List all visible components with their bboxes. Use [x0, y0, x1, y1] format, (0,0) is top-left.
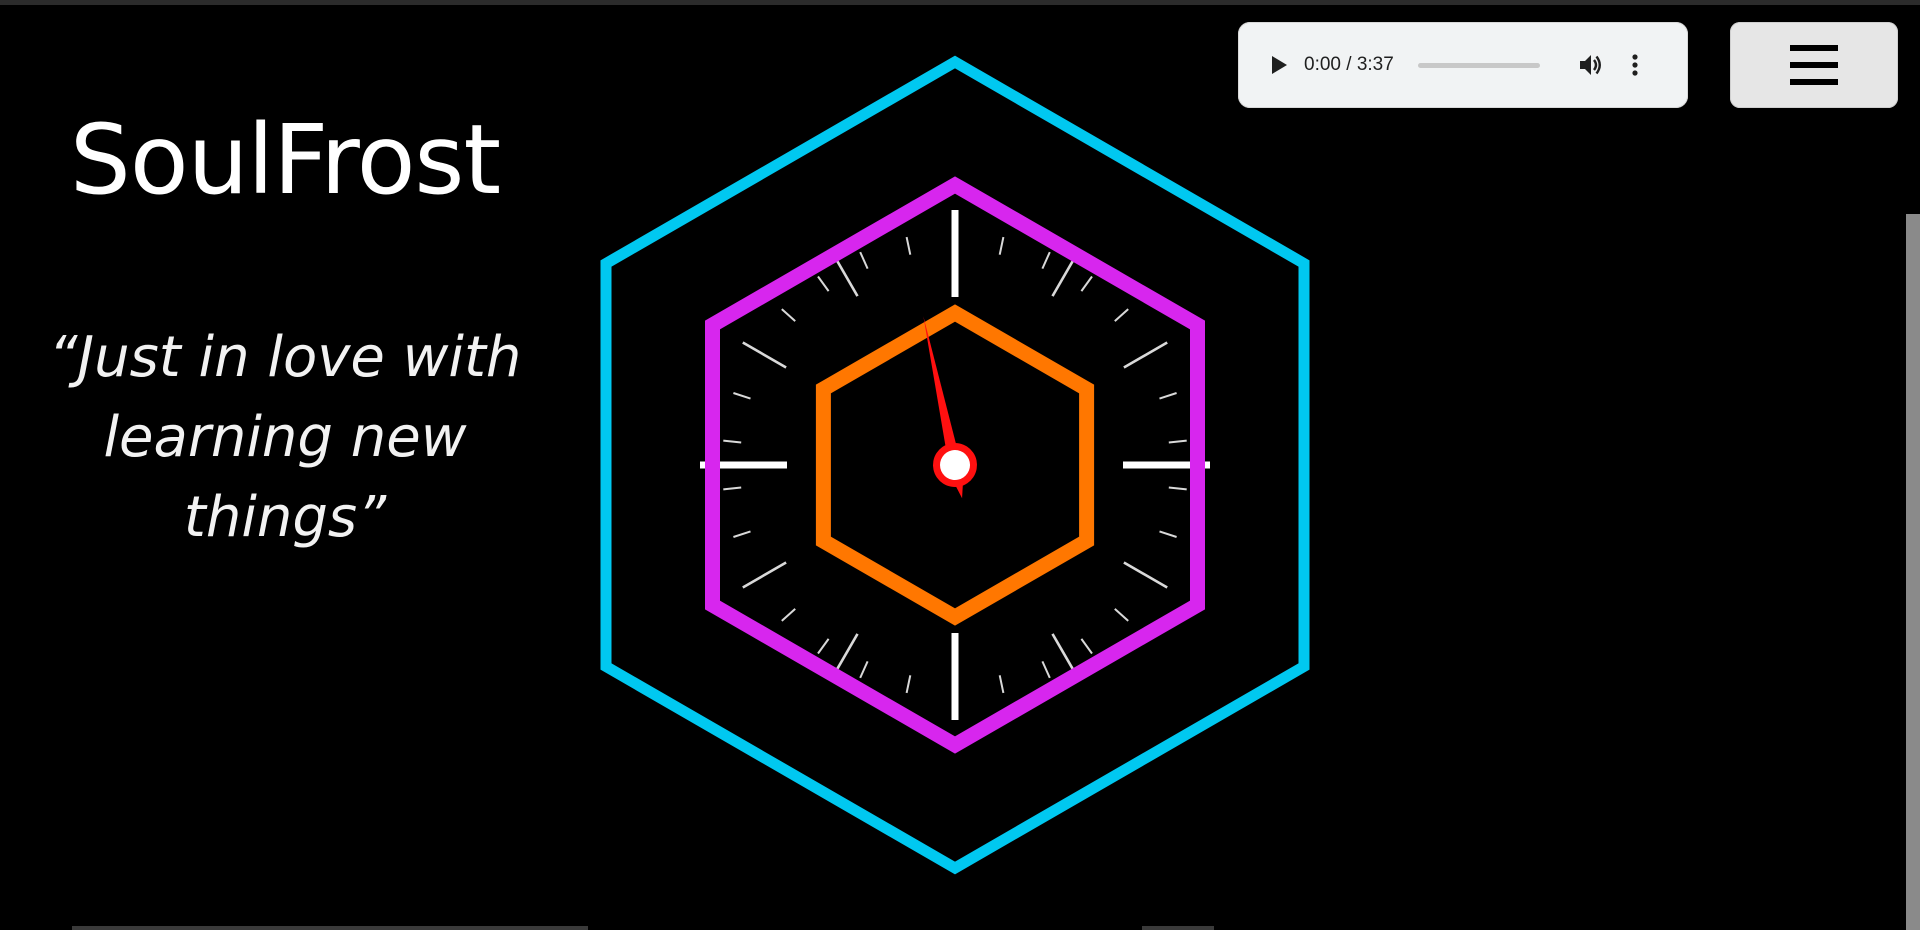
clock-minor-tick — [733, 530, 751, 538]
hexagon-clock-graphic — [600, 55, 1310, 875]
hexagon-clock — [580, 50, 1330, 880]
bottom-divider — [72, 926, 588, 930]
clock-minor-tick — [1114, 308, 1129, 322]
window-top-strip — [0, 0, 1920, 5]
tagline-quote: “Just in love with learning new things” — [48, 325, 522, 550]
site-title: SoulFrost — [69, 104, 501, 216]
volume-button[interactable] — [1576, 50, 1606, 80]
scrollbar-thumb[interactable] — [1906, 214, 1920, 930]
audio-time-display: 0:00 / 3:37 — [1304, 54, 1394, 75]
audio-player[interactable]: 0:00 / 3:37 — [1238, 22, 1688, 108]
clock-minor-tick — [723, 486, 742, 491]
bottom-divider — [1142, 926, 1214, 930]
clock-minor-tick — [905, 236, 912, 255]
clock-minor-tick — [1123, 341, 1168, 369]
audio-seek-bar[interactable] — [1417, 62, 1540, 68]
clock-minor-tick — [1123, 561, 1168, 589]
clock-minor-tick — [1041, 660, 1051, 679]
clock-minor-tick — [817, 275, 830, 292]
clock-minor-tick — [905, 675, 912, 694]
clock-minor-tick — [742, 561, 787, 589]
clock-minor-tick — [817, 638, 830, 655]
clock-minor-tick — [1168, 439, 1187, 444]
play-icon — [1272, 56, 1287, 74]
play-button[interactable] — [1264, 50, 1294, 80]
clock-minor-tick — [1080, 275, 1093, 292]
volume-icon — [1579, 55, 1601, 75]
hamburger-menu-icon — [1790, 45, 1838, 85]
clock-minor-tick — [723, 439, 742, 444]
more-options-button[interactable] — [1620, 50, 1650, 80]
clock-minor-tick — [859, 251, 869, 270]
clock-minor-tick — [1168, 486, 1187, 491]
clock-minor-tick — [781, 308, 796, 322]
clock-minor-tick — [1114, 608, 1129, 622]
clock-minor-tick — [1080, 638, 1093, 655]
menu-button[interactable] — [1730, 22, 1898, 108]
clock-minor-tick — [781, 608, 796, 622]
clock-minor-tick — [1159, 530, 1177, 538]
clock-minor-tick — [733, 392, 751, 400]
clock-minor-tick — [998, 236, 1005, 255]
clock-minor-tick — [742, 341, 787, 369]
clock-minor-tick — [1041, 251, 1051, 270]
clock-minor-tick — [998, 675, 1005, 694]
clock-minor-tick — [1159, 392, 1177, 400]
more-options-icon — [1632, 54, 1638, 76]
clock-minor-tick — [859, 660, 869, 679]
